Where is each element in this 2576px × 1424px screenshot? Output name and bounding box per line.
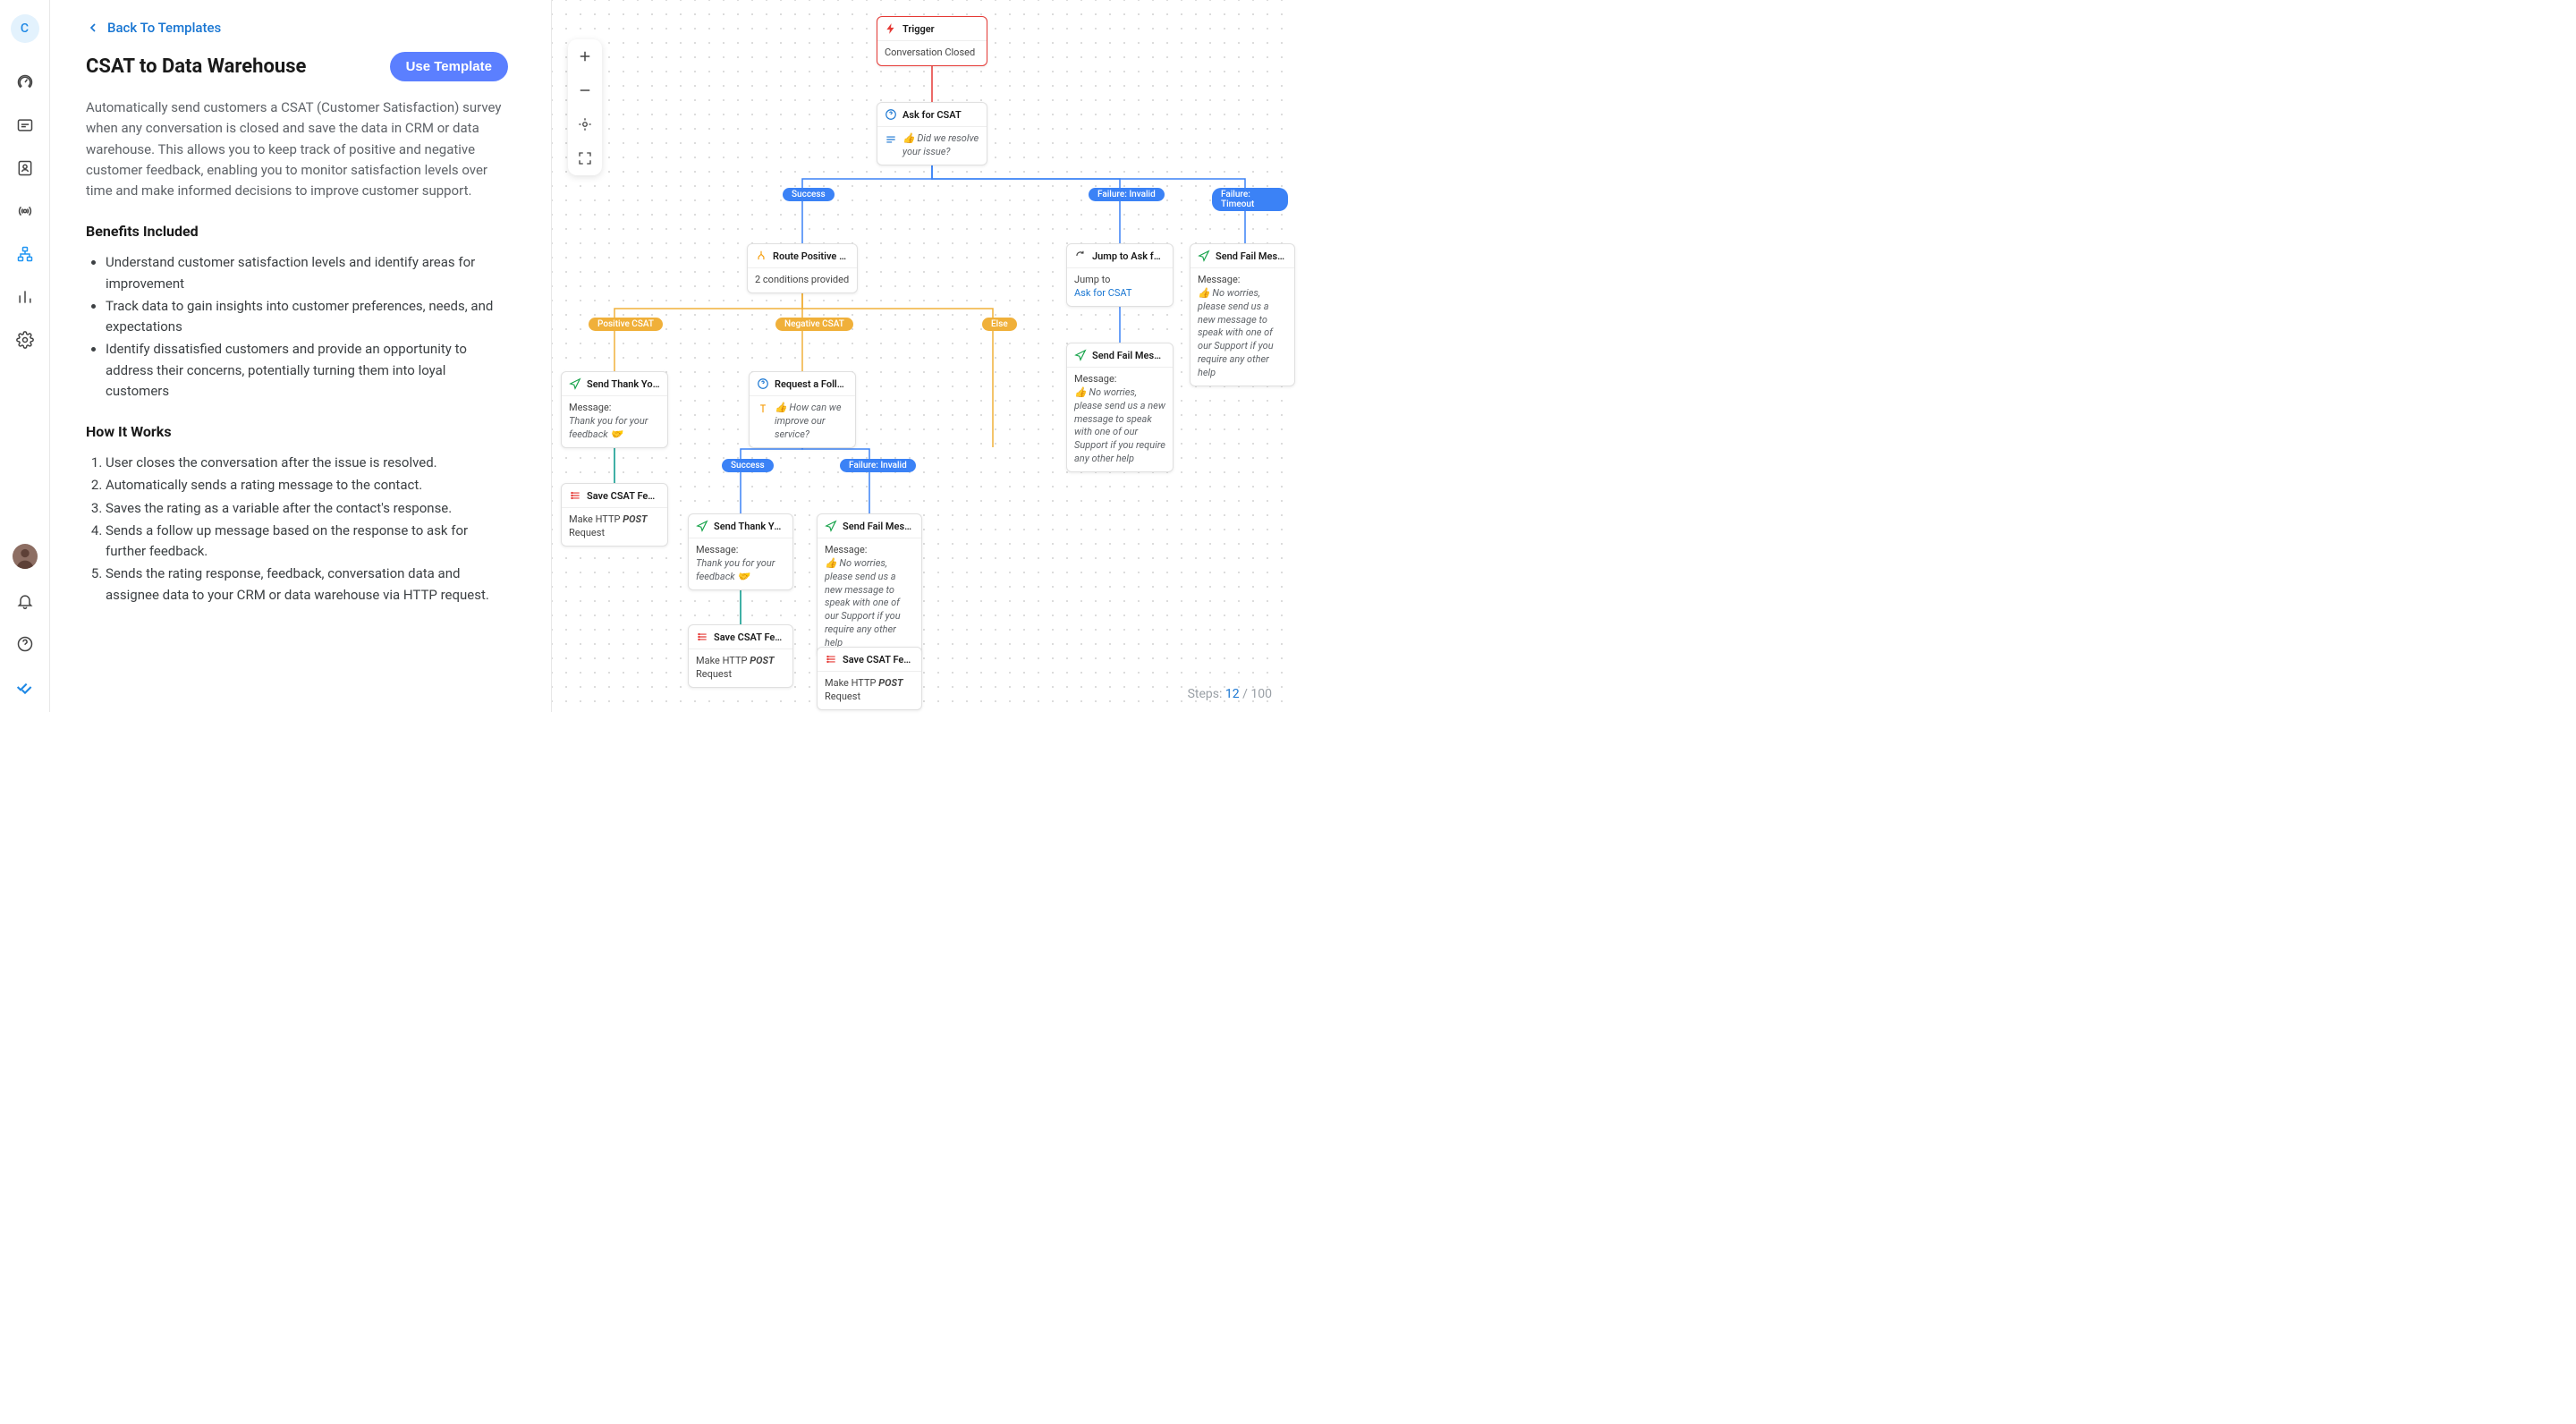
benefits-list: Understand customer satisfaction levels … xyxy=(86,252,508,402)
how-item: Sends the rating response, feedback, con… xyxy=(106,564,508,606)
branch-negative: Negative CSAT xyxy=(775,318,853,331)
page-title: CSAT to Data Warehouse xyxy=(86,55,306,78)
broadcast-icon xyxy=(16,202,34,220)
question-icon xyxy=(757,377,769,390)
question-icon xyxy=(885,108,897,121)
benefits-heading: Benefits Included xyxy=(86,223,508,240)
http-icon xyxy=(696,631,708,643)
template-panel: Back To Templates CSAT to Data Warehouse… xyxy=(50,0,551,712)
branch-positive: Positive CSAT xyxy=(589,318,663,331)
benefit-item: Understand customer satisfaction levels … xyxy=(106,252,508,294)
howitworks-heading: How It Works xyxy=(86,423,508,440)
branch-failure-timeout: Failure: Timeout xyxy=(1212,188,1288,211)
text-lines-icon xyxy=(885,133,897,146)
node-followup[interactable]: Request a Follow Up F… 👍 How can we impr… xyxy=(749,371,856,448)
sidebar-broadcast[interactable] xyxy=(7,193,43,229)
node-jump[interactable]: Jump to Ask for CSAT Jump toAsk for CSAT xyxy=(1066,243,1174,307)
branch-failure-invalid-2: Failure: Invalid xyxy=(840,459,916,472)
text-icon xyxy=(757,403,769,415)
node-save1[interactable]: Save CSAT Feedback 1 Make HTTP POST Requ… xyxy=(561,483,668,547)
contact-icon xyxy=(16,159,34,177)
use-template-button[interactable]: Use Template xyxy=(390,52,508,81)
http-icon xyxy=(825,653,837,665)
sidebar-settings[interactable] xyxy=(7,322,43,358)
user-avatar[interactable] xyxy=(13,544,38,569)
chart-icon xyxy=(16,288,34,306)
template-description: Automatically send customers a CSAT (Cus… xyxy=(86,97,508,201)
bell-icon xyxy=(16,592,34,610)
node-fail3[interactable]: Send Fail Message 3 Message:👍 No worries… xyxy=(1190,243,1295,386)
sidebar-workflow[interactable] xyxy=(7,236,43,272)
help-icon xyxy=(16,635,34,653)
sidebar-dashboard[interactable] xyxy=(7,64,43,100)
benefit-item: Track data to gain insights into custome… xyxy=(106,296,508,338)
gear-icon xyxy=(16,331,34,349)
send-icon xyxy=(825,520,837,532)
message-icon xyxy=(16,116,34,134)
person-icon xyxy=(13,544,38,569)
sidebar-notifications[interactable] xyxy=(7,583,43,619)
send-icon xyxy=(569,377,581,390)
send-icon xyxy=(696,520,708,532)
workflow-icon xyxy=(16,245,34,263)
sidebar-help[interactable] xyxy=(7,626,43,662)
node-trigger[interactable]: Trigger Conversation Closed xyxy=(877,16,987,66)
benefit-item: Identify dissatisfied customers and prov… xyxy=(106,339,508,402)
how-item: Saves the rating as a variable after the… xyxy=(106,498,508,519)
node-fail2[interactable]: Send Fail Message 2 Message:👍 No worries… xyxy=(1066,343,1174,472)
jump-icon xyxy=(1074,250,1087,262)
node-route[interactable]: Route Positive and Ne… 2 conditions prov… xyxy=(747,243,858,293)
node-fail1[interactable]: Send Fail Message 1 Message:👍 No worries… xyxy=(817,513,922,657)
sidebar-inbox[interactable] xyxy=(7,107,43,143)
branch-else: Else xyxy=(982,318,1017,331)
bolt-icon xyxy=(885,22,897,35)
node-save2[interactable]: Save CSAT Feedback 2 Make HTTP POST Requ… xyxy=(688,624,793,688)
steps-counter: Steps: 12 / 100 xyxy=(1188,687,1272,701)
flow-container: Trigger Conversation Closed Ask for CSAT… xyxy=(552,0,1288,712)
branch-failure-invalid: Failure: Invalid xyxy=(1089,188,1165,201)
how-item: Automatically sends a rating message to … xyxy=(106,475,508,496)
node-ask-csat[interactable]: Ask for CSAT 👍 Did we resolve your issue… xyxy=(877,102,987,165)
workspace-avatar[interactable]: C xyxy=(11,14,39,43)
back-link[interactable]: Back To Templates xyxy=(86,20,508,36)
sidebar-contacts[interactable] xyxy=(7,150,43,186)
node-thank2[interactable]: Send Thank You Mess… Message:Thank you f… xyxy=(688,513,793,590)
send-icon xyxy=(1074,349,1087,361)
branch-success-2: Success xyxy=(722,459,774,472)
node-thank1[interactable]: Send Thank You Mess… Message:Thank you f… xyxy=(561,371,668,448)
branch-success: Success xyxy=(783,188,835,201)
howitworks-list: User closes the conversation after the i… xyxy=(86,453,508,606)
jump-target-link[interactable]: Ask for CSAT xyxy=(1074,287,1131,299)
node-save3[interactable]: Save CSAT Feedback 3 Make HTTP POST Requ… xyxy=(817,647,922,710)
sidebar: C xyxy=(0,0,50,712)
back-label: Back To Templates xyxy=(107,20,221,36)
workflow-canvas[interactable]: Trigger Conversation Closed Ask for CSAT… xyxy=(551,0,1288,712)
how-item: Sends a follow up message based on the r… xyxy=(106,521,508,563)
how-item: User closes the conversation after the i… xyxy=(106,453,508,473)
sidebar-logo[interactable] xyxy=(7,669,43,705)
branch-icon xyxy=(755,250,767,262)
double-check-icon xyxy=(16,678,34,696)
http-icon xyxy=(569,489,581,502)
send-icon xyxy=(1198,250,1210,262)
gauge-icon xyxy=(16,73,34,91)
chevron-left-icon xyxy=(86,21,100,35)
sidebar-reports[interactable] xyxy=(7,279,43,315)
